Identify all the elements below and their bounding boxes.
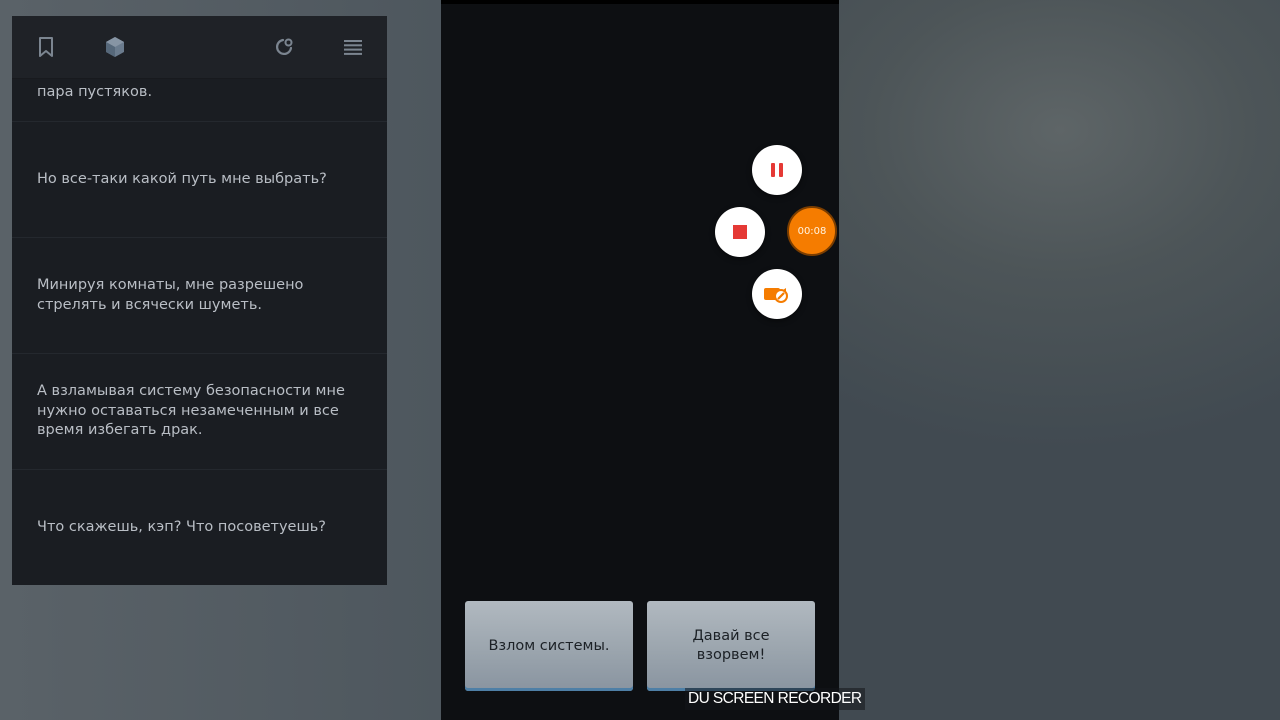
message-feed[interactable]: пара пустяков. Но все-таки какой путь мн…: [12, 20, 387, 585]
message-item: Но все-таки какой путь мне выбрать?: [12, 122, 387, 238]
choice-explode-button[interactable]: Давай все взорвем!: [647, 601, 815, 691]
timer-text: 00:08: [797, 225, 827, 237]
choice-label: Давай все взорвем!: [692, 628, 770, 663]
status-bar: [441, 0, 839, 4]
message-text: Минируя комнаты, мне разрешено стрелять …: [37, 277, 304, 313]
top-toolbar: [12, 16, 387, 79]
message-text: Но все-таки какой путь мне выбрать?: [37, 170, 327, 187]
recorder-watermark: DU SCREEN RECORDER: [685, 688, 865, 710]
message-text: А взламывая систему безопасности мне нуж…: [37, 383, 345, 439]
stop-icon: [733, 225, 747, 239]
recorder-pause-button[interactable]: [752, 145, 802, 195]
choice-hack-button[interactable]: Взлом системы.: [465, 601, 633, 691]
choice-label: Взлом системы.: [488, 637, 610, 654]
cube-button[interactable]: [103, 35, 127, 59]
message-text: пара пустяков.: [37, 83, 153, 100]
bookmark-button[interactable]: [34, 35, 58, 59]
recorder-tools-button[interactable]: [752, 269, 802, 319]
menu-icon: [344, 40, 362, 55]
cube-icon: [106, 37, 124, 57]
message-item: А взламывая систему безопасности мне нуж…: [12, 354, 387, 470]
camera-tools-icon: [764, 288, 788, 303]
message-item: Что скажешь, кэп? Что посоветуешь?: [12, 470, 387, 585]
refresh-button[interactable]: [272, 35, 296, 59]
menu-button[interactable]: [341, 35, 365, 59]
refresh-icon: [276, 38, 293, 55]
bookmark-icon: [39, 37, 53, 57]
message-item: Минируя комнаты, мне разрешено стрелять …: [12, 238, 387, 354]
recorder-timer[interactable]: 00:08: [787, 206, 837, 256]
pause-icon: [771, 163, 783, 177]
watermark-text: DU SCREEN RECORDER: [688, 690, 862, 707]
message-text: Что скажешь, кэп? Что посоветуешь?: [37, 518, 326, 535]
recorder-stop-button[interactable]: [715, 207, 765, 257]
